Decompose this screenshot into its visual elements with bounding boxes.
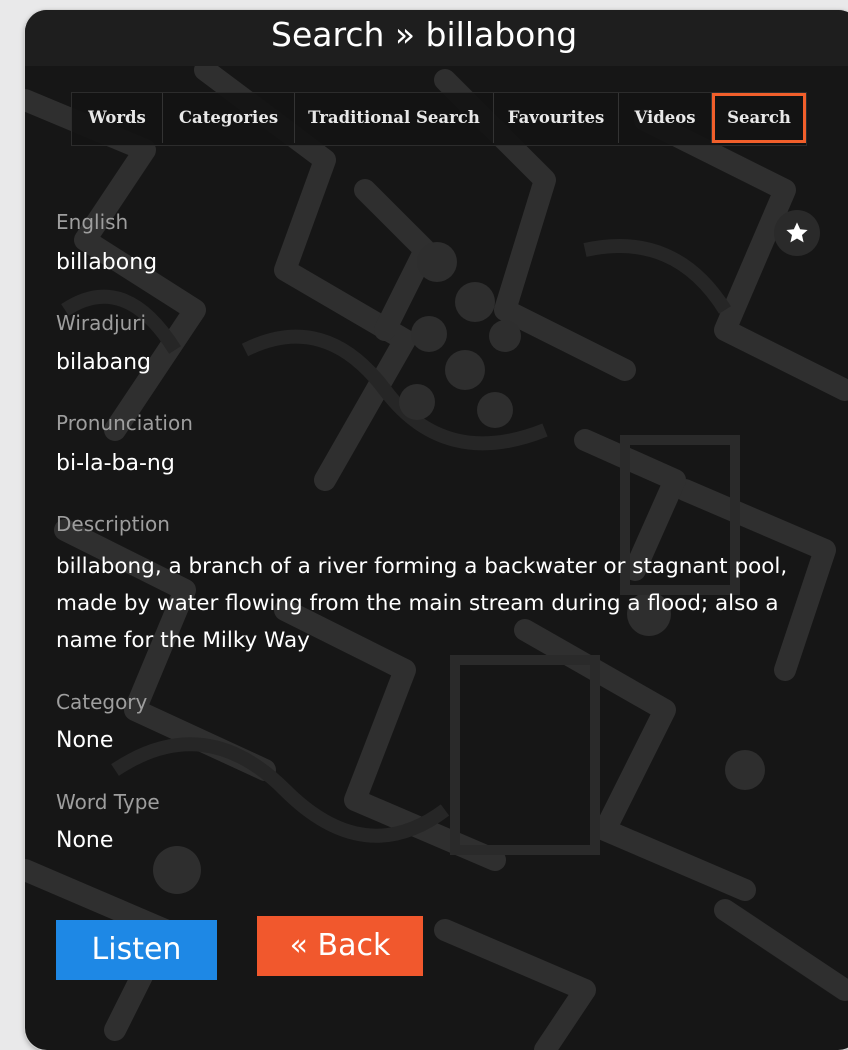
description-value: billabong, a branch of a river forming a… (56, 554, 788, 653)
tab-videos[interactable]: Videos (619, 93, 712, 143)
category-value: None (56, 728, 114, 753)
tab-words[interactable]: Words (72, 93, 163, 143)
english-value: billabong (56, 250, 158, 275)
category-label: Category (56, 690, 148, 714)
english-label: English (56, 210, 129, 234)
tab-traditional-search[interactable]: Traditional Search (295, 93, 494, 143)
word-type-value: None (56, 828, 114, 853)
tab-favourites[interactable]: Favourites (494, 93, 619, 143)
nav-bar: Words Categories Traditional Search Favo… (71, 92, 807, 146)
word-type-label: Word Type (56, 790, 160, 814)
app-window: Search » billabong Words Categories Trad… (25, 10, 848, 1050)
title-bar: Search » billabong (25, 10, 848, 66)
favourite-button[interactable] (774, 210, 820, 256)
tab-categories[interactable]: Categories (163, 93, 295, 143)
tab-search[interactable]: Search (712, 93, 806, 143)
pronunciation-value: bi-la-ba-ng (56, 451, 175, 476)
star-icon (786, 222, 808, 243)
page-title: Search » billabong (271, 15, 578, 54)
wiradjuri-value: bilabang (56, 350, 152, 375)
listen-button[interactable]: Listen (56, 920, 217, 980)
description-label: Description (56, 512, 170, 536)
back-button[interactable]: « Back (257, 916, 423, 976)
pronunciation-label: Pronunciation (56, 411, 193, 435)
wiradjuri-label: Wiradjuri (56, 311, 147, 335)
